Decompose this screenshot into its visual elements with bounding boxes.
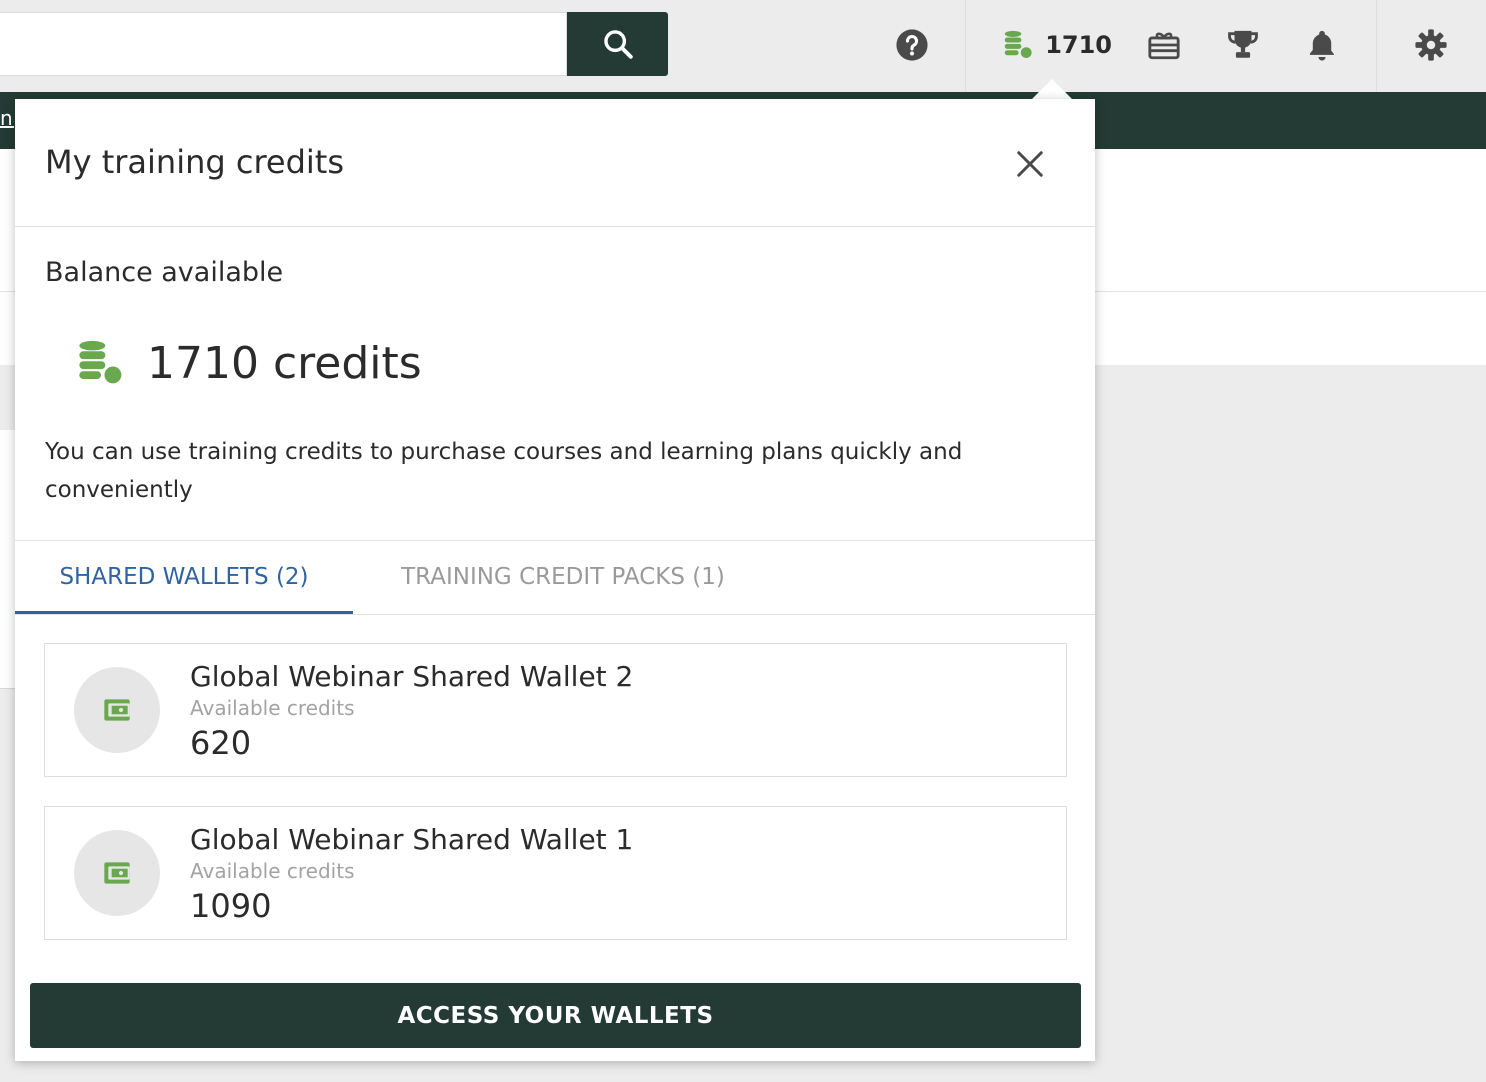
trophy-icon	[1228, 30, 1258, 58]
trophy-button[interactable]	[1225, 22, 1261, 68]
page-content-band	[0, 149, 15, 365]
tab-shared-wallets[interactable]: SHARED WALLETS (2)	[15, 541, 353, 614]
wallet-card[interactable]: Global Webinar Shared Wallet 2 Available…	[44, 643, 1067, 777]
wallet-avatar	[74, 667, 160, 753]
wallet-tabs: SHARED WALLETS (2) TRAINING CREDIT PACKS…	[15, 540, 1095, 615]
wallet-icon	[104, 699, 130, 721]
popover-title: My training credits	[45, 143, 345, 181]
wallet-name: Global Webinar Shared Wallet 2	[190, 660, 634, 693]
wallet-subtitle: Available credits	[190, 696, 355, 720]
search-button[interactable]	[567, 12, 668, 76]
balance-row: 1710 credits	[75, 337, 422, 389]
notifications-button[interactable]	[1304, 22, 1340, 68]
credits-button[interactable]: 1710	[1002, 22, 1112, 68]
wallet-subtitle: Available credits	[190, 859, 355, 883]
training-credits-popover: My training credits Balance available 17…	[15, 99, 1095, 1061]
page-card	[0, 430, 15, 689]
balance-label: Balance available	[45, 257, 284, 288]
search-input[interactable]	[0, 12, 567, 76]
tab-training-credit-packs[interactable]: TRAINING CREDIT PACKS (1)	[353, 541, 773, 614]
wallet-avatar	[74, 830, 160, 916]
wallet-credit-value: 620	[190, 724, 252, 762]
menu-link[interactable]: na	[0, 106, 14, 130]
access-wallets-button[interactable]: ACCESS YOUR WALLETS	[30, 983, 1081, 1048]
popover-caret	[1032, 79, 1072, 99]
gift-button[interactable]	[1146, 22, 1182, 68]
settings-button[interactable]	[1412, 22, 1450, 68]
header-credit-count: 1710	[1045, 31, 1112, 59]
coins-icon	[1004, 30, 1034, 60]
coins-icon	[79, 340, 124, 386]
wallet-name: Global Webinar Shared Wallet 1	[190, 823, 634, 856]
help-icon	[896, 29, 928, 61]
close-button[interactable]	[1013, 147, 1047, 181]
header-divider	[1376, 0, 1377, 92]
top-header: 1710	[0, 0, 1486, 93]
header-divider	[965, 0, 966, 92]
gear-icon	[1415, 29, 1447, 61]
search-icon	[603, 30, 633, 59]
gift-icon	[1148, 32, 1180, 60]
credits-description: You can use training credits to purchase…	[45, 439, 963, 503]
wallet-card[interactable]: Global Webinar Shared Wallet 1 Available…	[44, 806, 1067, 940]
page-content-band	[1095, 149, 1486, 365]
help-button[interactable]	[893, 22, 931, 68]
close-icon	[1017, 151, 1043, 177]
popover-header: My training credits	[15, 99, 1095, 227]
wallet-icon	[104, 862, 130, 884]
wallet-credit-value: 1090	[190, 887, 272, 925]
balance-amount: 1710 credits	[147, 337, 422, 389]
bell-icon	[1309, 30, 1335, 61]
